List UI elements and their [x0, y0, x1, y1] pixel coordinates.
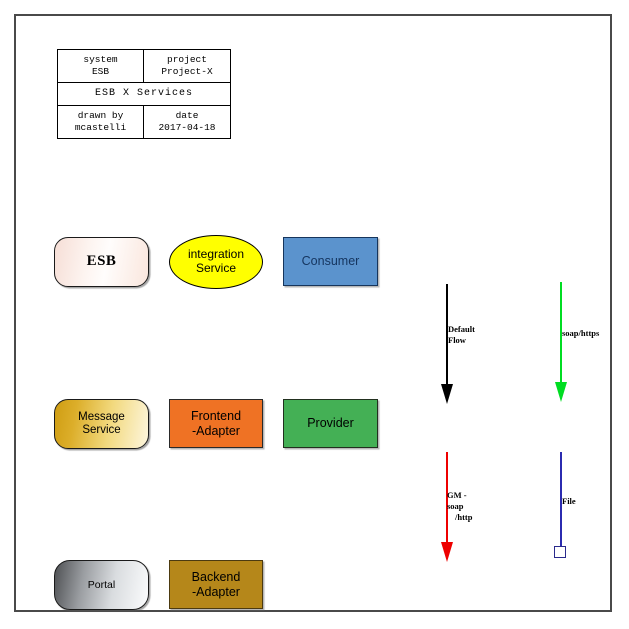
- title-cell-project: project Project-X: [144, 50, 230, 82]
- shape-integration-service[interactable]: integration Service: [169, 235, 263, 289]
- title-cell-heading: ESB X Services: [58, 83, 230, 105]
- title-cell-project-value: Project-X: [161, 66, 213, 77]
- title-cell-drawn-by: drawn by mcastelli: [58, 106, 144, 138]
- shape-message-service-label: Message Service: [78, 410, 125, 436]
- title-block: system ESB project Project-X ESB X Servi…: [57, 49, 231, 139]
- arrowhead-icon: [440, 542, 453, 562]
- title-cell-system: system ESB: [58, 50, 144, 82]
- shape-backend-adapter[interactable]: Backend -Adapter: [169, 560, 263, 609]
- title-cell-drawn-by-value: mcastelli: [74, 122, 127, 133]
- shape-consumer-label: Consumer: [301, 254, 360, 269]
- shape-consumer[interactable]: Consumer: [283, 237, 378, 286]
- title-cell-system-value: ESB: [91, 66, 110, 77]
- shape-esb-label: ESB: [86, 253, 117, 270]
- title-cell-date-value: 2017-04-18: [158, 122, 216, 133]
- shape-backend-adapter-label: Backend -Adapter: [191, 570, 241, 599]
- shape-portal[interactable]: Portal: [54, 560, 149, 610]
- shape-provider-label: Provider: [307, 416, 354, 431]
- title-cell-system-label: system: [83, 54, 118, 65]
- diagram-frame: system ESB project Project-X ESB X Servi…: [14, 14, 612, 612]
- shape-esb[interactable]: ESB: [54, 237, 149, 287]
- connector-gm-soap-http-label-line1: GM - soap: [447, 490, 467, 511]
- title-block-row-heading: ESB X Services: [58, 83, 230, 106]
- title-block-row-system-project: system ESB project Project-X: [58, 50, 230, 83]
- title-cell-date: date 2017-04-18: [144, 106, 230, 138]
- diagram-canvas: system ESB project Project-X ESB X Servi…: [0, 0, 629, 629]
- title-cell-drawn-by-label: drawn by: [77, 110, 124, 121]
- connector-file-label: File: [562, 496, 576, 506]
- connector-gm-soap-http-label: GM - soap/http: [447, 490, 472, 523]
- shape-provider[interactable]: Provider: [283, 399, 378, 448]
- arrowhead-icon: [554, 382, 567, 402]
- square-terminator-icon: [554, 546, 566, 558]
- connector-default-flow-label: Default Flow: [448, 324, 475, 345]
- title-cell-heading-label: ESB X Services: [94, 88, 193, 99]
- title-cell-date-label: date: [175, 110, 199, 121]
- shape-integration-service-label: integration Service: [187, 247, 245, 275]
- connector-soap-https-label: soap/https: [562, 328, 600, 338]
- shape-portal-label: Portal: [87, 578, 116, 591]
- connector-gm-soap-http-label-line2: /http: [455, 512, 473, 522]
- shape-message-service[interactable]: Message Service: [54, 399, 149, 449]
- shape-frontend-adapter[interactable]: Frontend -Adapter: [169, 399, 263, 448]
- title-block-row-author-date: drawn by mcastelli date 2017-04-18: [58, 106, 230, 138]
- arrowhead-icon: [440, 384, 453, 404]
- shape-frontend-adapter-label: Frontend -Adapter: [190, 409, 242, 438]
- title-cell-project-label: project: [167, 54, 207, 65]
